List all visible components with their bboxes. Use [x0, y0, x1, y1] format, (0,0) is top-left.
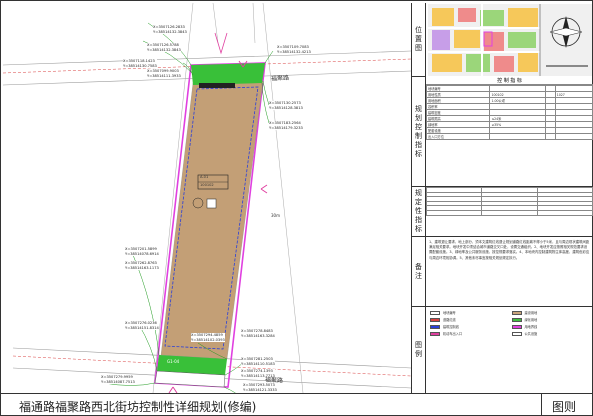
legend-area: 地块编号 建设用地 道路红线 绿化用地 建筑控制线 用地界线 机动车出入口 公共…: [426, 307, 593, 393]
legend-swatch: [511, 317, 522, 322]
legend-item: 道路红线: [430, 317, 508, 322]
legend-text: 建筑控制线: [443, 325, 459, 329]
index-table-area: 控 制 指 标 地块编号 用地性质 100102 1027 用地面积 1.00公顷 容…: [425, 77, 593, 187]
legend-item: 用地界线: [511, 324, 590, 329]
legend-text: 机动车出入口: [443, 332, 463, 336]
legend-swatch: [430, 317, 440, 322]
legend-swatch: [511, 324, 522, 329]
coord-label: X=3507201.5899 Y=38514078.6914: [125, 247, 159, 257]
legend-list: 地块编号 建设用地 道路红线 绿化用地 建筑控制线 用地界线 机动车出入口 公共…: [426, 307, 593, 339]
table-cell: [481, 210, 538, 216]
coord-label: X=3507279.9959 Y=38514087.7513: [101, 375, 135, 385]
legend-text: 建设用地: [524, 311, 538, 315]
parcel-use: 100102: [200, 183, 214, 187]
design-label: 规定性指标: [412, 187, 426, 237]
coord-label: X=3507118.1423 Y=38514130.7583: [123, 59, 157, 69]
info-panel: 位置图 规划控制指标 控 制 指 标 地块编号 用地性质 100102 1027…: [411, 3, 593, 393]
legend-item: 公共设施: [511, 331, 590, 336]
legend-text: 道路红线: [443, 318, 456, 322]
location-label: 位置图: [412, 3, 426, 77]
drawing-sheet: X=3507126.2833 Y=38514132.3843 X=3507126.…: [0, 0, 593, 416]
drawing-type: 图则: [551, 400, 576, 414]
notes-text: 1、建筑退让要求，地上部分，须本文建筑红线退让规划道路红线距离不得小于5米，且与…: [429, 240, 590, 260]
plan-map: X=3507126.2833 Y=38514132.3843 X=3507126.…: [3, 3, 411, 416]
index-title: 控 制 指 标: [426, 77, 593, 85]
design-grid: [425, 187, 593, 216]
legend-text: 公共设施: [524, 332, 538, 336]
legend-text: 地块编号: [443, 311, 456, 315]
legend-item: 建筑控制线: [430, 324, 508, 329]
coord-label: X=3507281.2503 Y=38514110.5183: [241, 357, 275, 367]
coord-label: X=3507130.2573 Y=38514128.3813: [269, 101, 303, 111]
coord-label: X=3507099.9003 Y=38514111.3933: [147, 69, 181, 79]
divider: [541, 394, 542, 416]
table-cell: [425, 210, 483, 216]
green-label: G1-04: [167, 359, 180, 364]
width-label: 30m: [271, 213, 280, 218]
road-label: 福聚路: [270, 74, 290, 83]
coord-label: X=3507109.7083 Y=38514132.4213: [277, 45, 311, 55]
legend-swatch: [511, 331, 522, 336]
table-cell: [489, 133, 546, 140]
coord-label: X=3507294.4859 Y=38514102.0393: [191, 333, 225, 343]
legend-swatch: [430, 324, 440, 329]
table-cell: 出入口方位: [425, 133, 491, 140]
coord-label: X=3507126.5788 Y=38514132.3843: [147, 43, 181, 53]
coord-label: X=3507183.2564 Y=38514179.3233: [269, 121, 303, 131]
legend-text: 用地界线: [524, 325, 538, 329]
coord-label: X=3507126.2833 Y=38514132.3843: [153, 25, 187, 35]
legend-label: 图例: [412, 307, 426, 393]
drawing-title: 福通路福聚路西北街坊控制性详细规划(修编): [19, 400, 257, 414]
table-cell: [544, 133, 556, 140]
design-table: [425, 187, 593, 237]
legend-text: 绿化用地: [524, 318, 538, 322]
legend-item: 绿化用地: [511, 317, 590, 322]
table-cell: [554, 133, 593, 140]
index-table: 地块编号 用地性质 100102 1027 用地面积 1.00公顷 容积率 建筑密度 …: [425, 85, 593, 140]
coord-label: X=3507276.0236 Y=38514151.8314: [125, 321, 159, 331]
legend-swatch: [430, 310, 440, 315]
location-map: [428, 4, 592, 76]
table-row: [425, 210, 593, 216]
legend-swatch: [511, 310, 522, 315]
title-bar: 福通路福聚路西北街坊控制性详细规划(修编) 图则: [1, 393, 593, 416]
coord-label: X=3507293.5073 Y=38514121.3333: [243, 383, 277, 393]
road-label: 福聚路: [264, 376, 284, 385]
notes-area: 1、建筑退让要求，地上部分，须本文建筑红线退让规划道路红线距离不得小于5米，且与…: [426, 237, 593, 307]
legend-swatch: [430, 331, 440, 336]
coord-label: X=3507278.8483 Y=38514163.3284: [241, 329, 275, 339]
legend-item: 机动车出入口: [430, 331, 508, 336]
parcel-code: A-01: [200, 175, 209, 179]
notes-label: 备注: [412, 237, 426, 307]
table-cell: [536, 210, 593, 216]
control-label: 规划控制指标: [412, 77, 426, 187]
legend-item: 建设用地: [511, 310, 590, 315]
legend-item: 地块编号: [430, 310, 508, 315]
table-row: 出入口方位: [425, 133, 593, 140]
coord-label: X=3507262.8763 Y=38514163.1173: [125, 261, 159, 271]
